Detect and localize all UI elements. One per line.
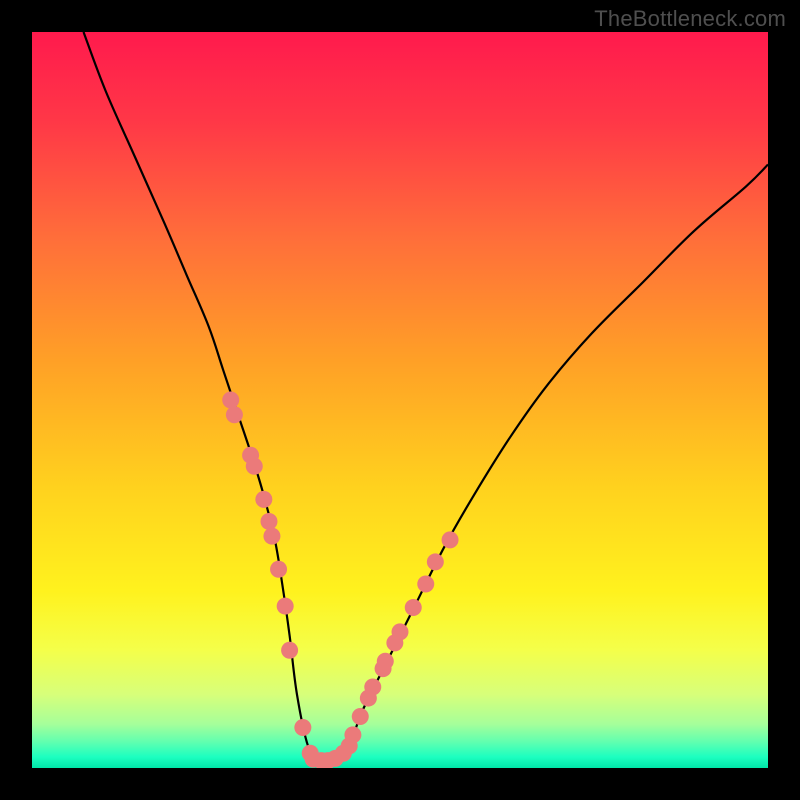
curve-marker <box>226 406 243 423</box>
curve-marker <box>405 599 422 616</box>
curve-marker <box>263 528 280 545</box>
curve-marker <box>294 719 311 736</box>
curve-marker <box>417 576 434 593</box>
curve-marker <box>270 561 287 578</box>
curve-marker <box>281 642 298 659</box>
curve-marker <box>255 491 272 508</box>
plot-area <box>32 32 768 768</box>
curve-marker <box>377 653 394 670</box>
curve-marker <box>364 679 381 696</box>
curve-marker <box>352 708 369 725</box>
chart-svg <box>32 32 768 768</box>
curve-marker <box>392 623 409 640</box>
curve-marker <box>427 553 444 570</box>
curve-marker <box>344 726 361 743</box>
curve-marker <box>222 392 239 409</box>
gradient-background <box>32 32 768 768</box>
chart-frame: TheBottleneck.com <box>0 0 800 800</box>
curve-marker <box>260 513 277 530</box>
curve-marker <box>246 458 263 475</box>
watermark-text: TheBottleneck.com <box>594 6 786 32</box>
curve-marker <box>277 598 294 615</box>
curve-marker <box>442 531 459 548</box>
